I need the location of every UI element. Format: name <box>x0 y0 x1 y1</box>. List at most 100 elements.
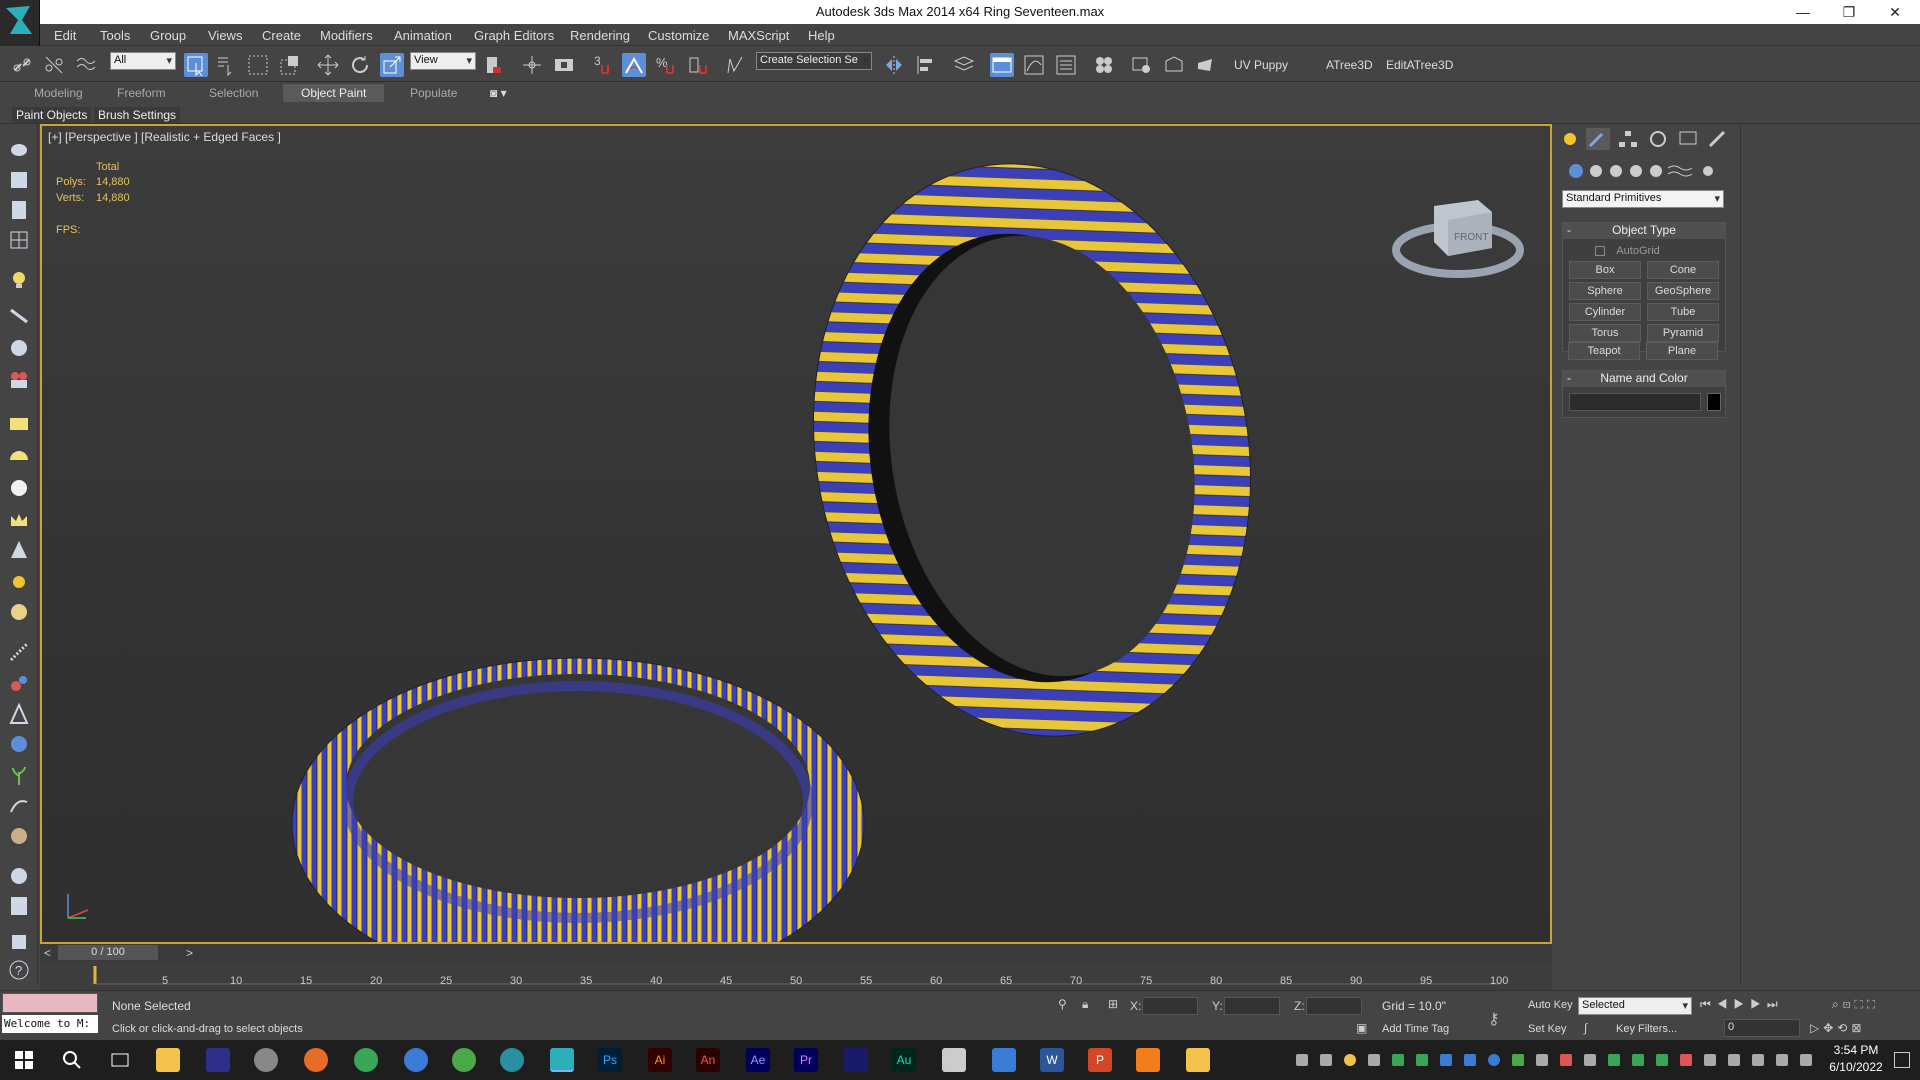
plane-icon[interactable] <box>7 412 31 436</box>
tray-icon[interactable] <box>1536 1054 1548 1066</box>
cone-button[interactable]: Cone <box>1647 261 1719 279</box>
mirror-icon[interactable] <box>882 53 906 77</box>
ribbon-options-icon[interactable]: ◙ ▾ <box>490 86 507 100</box>
primitive-category-dropdown[interactable]: Standard Primitives <box>1562 190 1724 208</box>
folder-icon[interactable] <box>1186 1048 1210 1072</box>
app-taskbar-icon[interactable] <box>206 1048 230 1072</box>
percent-snap-icon[interactable]: % <box>654 53 678 77</box>
particles-icon[interactable] <box>7 640 31 664</box>
utilities-tab-icon[interactable] <box>1706 128 1730 150</box>
track-bar[interactable]: 5 10 15 20 25 30 35 40 45 50 55 60 65 70… <box>40 962 1552 990</box>
network-app-icon[interactable] <box>500 1048 524 1072</box>
time-prev-icon[interactable]: < <box>44 946 51 960</box>
name-color-header[interactable]: - Name and Color <box>1563 371 1725 387</box>
render-icon[interactable] <box>7 168 31 192</box>
atree3d-button[interactable]: ATree3D <box>1326 58 1373 72</box>
render-setup-icon[interactable] <box>1130 53 1154 77</box>
wifi-icon[interactable] <box>1584 1054 1596 1066</box>
keyboard-shortcut-icon[interactable] <box>552 53 576 77</box>
menu-animation[interactable]: Animation <box>394 28 452 43</box>
autogrid-row[interactable]: AutoGrid <box>1595 243 1715 257</box>
x-coordinate-field[interactable] <box>1142 997 1198 1015</box>
tray-icon[interactable] <box>1488 1054 1500 1066</box>
after-effects-icon[interactable]: Ae <box>746 1048 770 1072</box>
layer-manager-icon[interactable] <box>952 53 976 77</box>
move-icon[interactable] <box>316 53 340 77</box>
list-icon[interactable] <box>7 198 31 222</box>
y-coordinate-field[interactable] <box>1224 997 1280 1015</box>
gear-app-icon[interactable] <box>254 1048 278 1072</box>
viewcube[interactable]: FRONT <box>1388 186 1528 286</box>
sublime-icon[interactable] <box>1136 1048 1160 1072</box>
link-icon[interactable] <box>10 53 34 77</box>
rendered-frame-window-icon[interactable] <box>1162 53 1186 77</box>
volume-icon[interactable] <box>1776 1054 1788 1066</box>
windows-start-icon[interactable] <box>12 1048 36 1072</box>
dynamics-icon[interactable] <box>7 672 31 696</box>
calculator-icon[interactable] <box>7 894 31 918</box>
photoshop-icon[interactable]: Ps <box>598 1048 622 1072</box>
angle-snap-icon[interactable] <box>622 53 646 77</box>
reference-coord-dropdown[interactable]: View <box>410 52 476 70</box>
uv-puppy-label[interactable]: UV Puppy <box>1234 58 1288 72</box>
tray-icon[interactable] <box>1368 1054 1380 1066</box>
maxscript-mini-listener[interactable]: Welcome to M: <box>2 1015 98 1033</box>
lock-icon[interactable]: 🔒︎ <box>1082 997 1088 1012</box>
tray-icon[interactable] <box>1560 1054 1572 1066</box>
box-button[interactable]: Box <box>1569 261 1641 279</box>
pivot-center-icon[interactable] <box>482 53 506 77</box>
restore-button[interactable]: ❐ <box>1826 0 1872 24</box>
modify-tab-icon[interactable] <box>1586 128 1610 150</box>
key-icon[interactable]: ⚷ <box>1488 1009 1500 1029</box>
menu-create[interactable]: Create <box>262 28 301 43</box>
menu-customize[interactable]: Customize <box>648 28 709 43</box>
playback-controls[interactable]: ⏮◀▶▶⏭ <box>1700 997 1784 1012</box>
plant-icon[interactable] <box>7 764 31 788</box>
tray-icon[interactable] <box>1440 1054 1452 1066</box>
key-mode-dropdown[interactable]: Selected <box>1578 997 1692 1015</box>
sphere-button[interactable]: Sphere <box>1569 282 1641 300</box>
tray-icon[interactable] <box>1512 1054 1524 1066</box>
menu-graph-editors[interactable]: Graph Editors <box>474 28 554 43</box>
time-tag-icon[interactable]: ▣ <box>1356 1021 1367 1035</box>
scale-icon[interactable] <box>380 53 404 77</box>
clock-time[interactable]: 3:54 PM <box>1826 1043 1886 1057</box>
menu-group[interactable]: Group <box>150 28 186 43</box>
animate-icon[interactable]: An <box>696 1048 720 1072</box>
spinner-snap-icon[interactable] <box>686 53 710 77</box>
menu-views[interactable]: Views <box>208 28 242 43</box>
character-icon[interactable] <box>7 702 31 726</box>
premiere-icon[interactable]: Pr <box>794 1048 818 1072</box>
edit-named-selection-icon[interactable] <box>724 53 748 77</box>
align-icon[interactable] <box>914 53 938 77</box>
menu-tools[interactable]: Tools <box>100 28 130 43</box>
notifications-icon[interactable] <box>1894 1052 1910 1068</box>
viewport-nav-icons-2[interactable]: ▷✥⟲⊠ <box>1810 1021 1865 1035</box>
menu-edit[interactable]: Edit <box>54 28 76 43</box>
sun-icon[interactable] <box>7 570 31 594</box>
snaps-toggle-icon[interactable]: 3 <box>592 53 616 77</box>
shaded-sphere-icon[interactable] <box>7 864 31 888</box>
brush-settings-panel[interactable]: Brush Settings <box>94 107 181 123</box>
hair-icon[interactable] <box>7 336 31 360</box>
close-button[interactable]: ✕ <box>1872 0 1918 24</box>
set-key-button[interactable]: Set Key <box>1528 1023 1567 1035</box>
select-object-icon[interactable] <box>184 53 208 77</box>
schematic-view-icon[interactable] <box>1054 53 1078 77</box>
add-time-tag[interactable]: Add Time Tag <box>1382 1023 1449 1035</box>
network-icon[interactable] <box>1752 1054 1764 1066</box>
material-sphere-icon[interactable] <box>7 600 31 624</box>
scene-canvas[interactable] <box>42 126 1550 942</box>
notepad-icon[interactable] <box>942 1048 966 1072</box>
menu-maxscript[interactable]: MAXScript <box>728 28 789 43</box>
grid-icon[interactable] <box>7 228 31 252</box>
ribbon-toggle-icon[interactable] <box>990 53 1014 77</box>
absolute-mode-icon[interactable]: ⊞ <box>1108 997 1118 1011</box>
editatree3d-button[interactable]: EditATree3D <box>1386 58 1453 72</box>
tray-icon[interactable] <box>1392 1054 1404 1066</box>
hierarchy-tab-icon[interactable] <box>1616 128 1640 150</box>
bind-space-warp-icon[interactable] <box>74 53 98 77</box>
paint-objects-panel[interactable]: Paint Objects <box>12 107 92 123</box>
selection-filter-dropdown[interactable]: All <box>110 52 176 70</box>
3dsmax-taskbar-icon[interactable] <box>550 1048 574 1072</box>
